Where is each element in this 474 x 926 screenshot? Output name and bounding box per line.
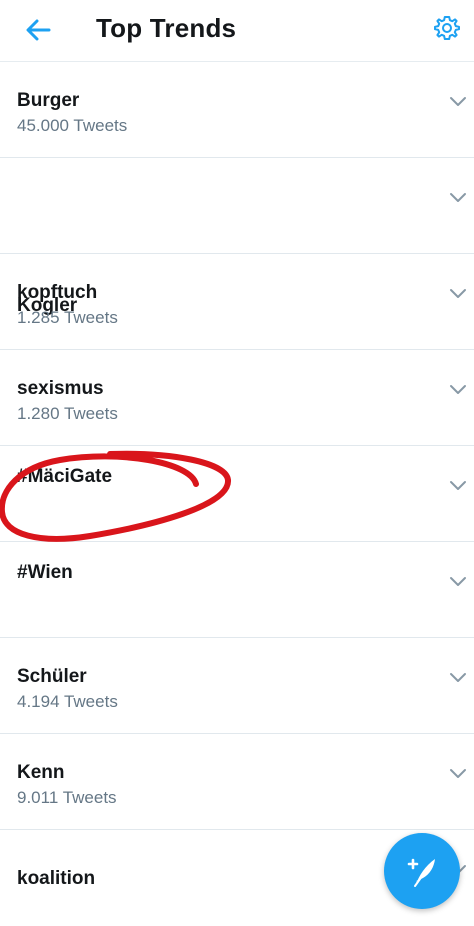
trend-name: koalition <box>17 868 96 889</box>
compose-tweet-button[interactable] <box>384 833 460 909</box>
trend-item[interactable]: kopftuch 1.285 Tweets <box>0 254 474 350</box>
trend-name: Kenn <box>17 762 65 783</box>
trend-name: #Wien <box>17 562 73 583</box>
trend-item[interactable]: #Wien <box>0 542 474 638</box>
trend-name: Burger <box>17 90 80 111</box>
tweet-count: 9.011 Tweets <box>17 788 117 807</box>
chevron-down-icon[interactable] <box>446 666 470 690</box>
tweet-count: 4.194 Tweets <box>17 692 118 711</box>
trend-name: Schüler <box>17 666 87 687</box>
trend-name: #MäciGate <box>17 466 113 487</box>
tweet-count: 1.285 Tweets <box>17 308 118 327</box>
chevron-down-icon[interactable] <box>446 378 470 402</box>
top-bar: Top Trends <box>0 0 474 62</box>
arrow-left-icon <box>26 19 51 41</box>
gear-icon <box>434 16 460 40</box>
trend-name: kopftuch <box>17 282 98 303</box>
tweet-count: 45.000 Tweets <box>17 116 128 135</box>
chevron-down-icon[interactable] <box>446 186 470 210</box>
back-button[interactable] <box>18 10 58 50</box>
settings-button[interactable] <box>427 8 467 48</box>
chevron-down-icon[interactable] <box>446 762 470 786</box>
trend-item[interactable]: #MäciGate <box>0 446 474 542</box>
chevron-down-icon[interactable] <box>446 282 470 306</box>
chevron-down-icon[interactable] <box>446 474 470 498</box>
trends-list: Burger 45.000 Tweets Kogler kopftuch 1.2… <box>0 62 474 926</box>
trend-item[interactable]: Burger 45.000 Tweets <box>0 62 474 158</box>
trend-name: sexismus <box>17 378 104 399</box>
trend-item[interactable]: Kenn 9.011 Tweets <box>0 734 474 830</box>
page-title: Top Trends <box>96 13 237 43</box>
chevron-down-icon[interactable] <box>446 570 470 594</box>
chevron-down-icon[interactable] <box>446 90 470 114</box>
trend-item[interactable]: Schüler 4.194 Tweets <box>0 638 474 734</box>
tweet-count: 1.280 Tweets <box>17 404 118 423</box>
trend-item[interactable]: Kogler <box>0 158 474 316</box>
trend-item[interactable]: sexismus 1.280 Tweets <box>0 350 474 446</box>
compose-tweet-icon <box>407 858 435 887</box>
